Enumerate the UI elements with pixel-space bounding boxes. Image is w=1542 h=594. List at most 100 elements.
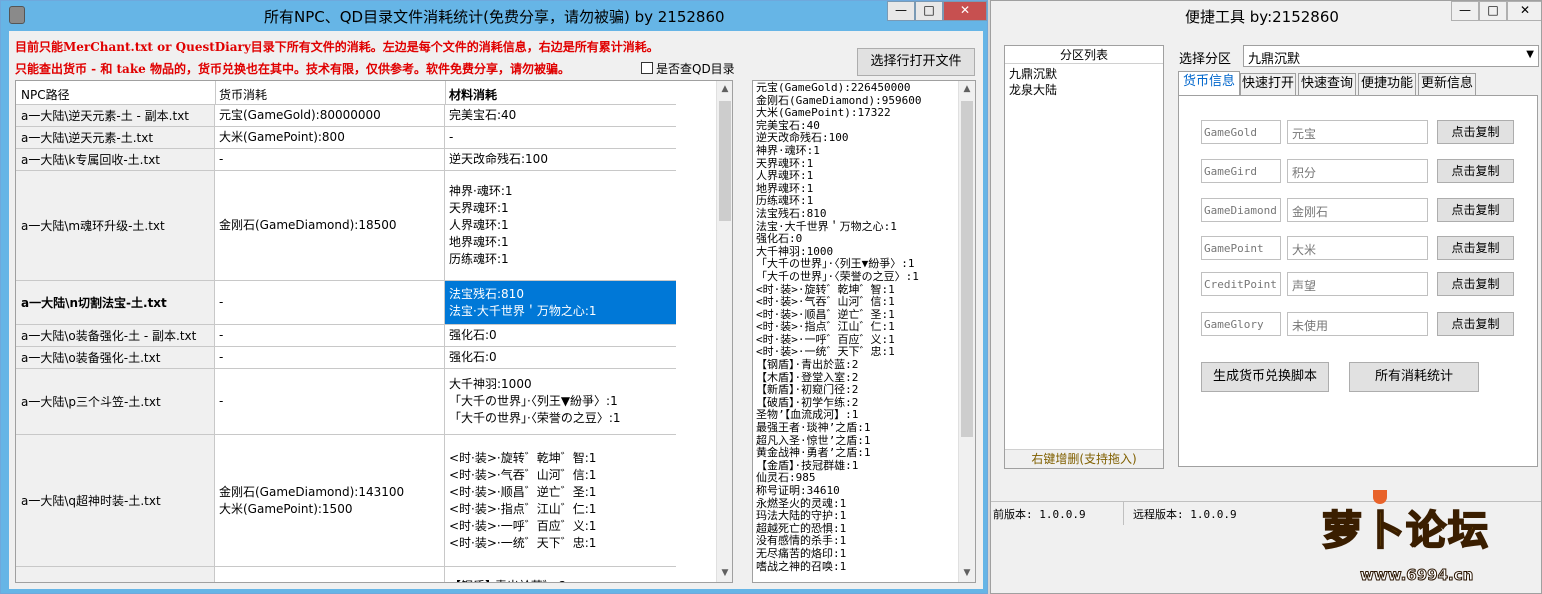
copy-button[interactable]: 点击复制: [1437, 272, 1514, 296]
currency-key-field[interactable]: GameGold: [1201, 120, 1281, 144]
header-currency[interactable]: 货币消耗: [219, 86, 267, 103]
copy-button[interactable]: 点击复制: [1437, 120, 1514, 144]
currency-cell[interactable]: 金刚石(GameDiamond):18500: [215, 171, 445, 280]
table-row[interactable]: a一大陆\逆天元素-土.txt 大米(GamePoint):800 -: [16, 127, 676, 149]
totals-textbox[interactable]: 元宝(GameGold):226450000 金刚石(GameDiamond):9…: [752, 80, 976, 583]
material-line: <时·装>·一呼゛百应゛义:1: [449, 518, 597, 533]
partition-select-value: 九鼎沉默: [1248, 52, 1301, 67]
partition-item[interactable]: 龙泉大陆: [1009, 82, 1057, 98]
scroll-up-icon[interactable]: ▲: [959, 81, 975, 98]
stats-window: 所有NPC、QD目录文件消耗统计(免费分享，请勿被骗) by 2152860 —…: [0, 0, 988, 594]
material-cell[interactable]: 强化石:0: [445, 347, 676, 368]
currency-key-field[interactable]: GameDiamond: [1201, 198, 1281, 222]
totals-scrollbar[interactable]: ▲ ▼: [958, 81, 975, 582]
npc-path-cell[interactable]: a一大陆\q超神时装-土.txt: [16, 435, 215, 566]
npc-path-cell[interactable]: a一大陆\逆天元素-土.txt: [16, 127, 215, 148]
totals-line: 大米(GamePoint):17322: [756, 106, 891, 120]
currency-key-field[interactable]: GameGlory: [1201, 312, 1281, 336]
table-row[interactable]: a一大陆\n切割法宝-土.txt - 法宝残石:810 法宝·大千世界＇万物之心:1: [16, 281, 676, 325]
close-button[interactable]: ✕: [943, 1, 987, 21]
currency-cell[interactable]: [215, 567, 445, 582]
totals-line: 嗜战之神的召唤:1: [756, 559, 847, 573]
npc-path-cell[interactable]: a一大陆\k专属回收-土.txt: [16, 149, 215, 170]
currency-cell[interactable]: 大米(GamePoint):800: [215, 127, 445, 148]
table-row[interactable]: a一大陆\q超神时装-土.txt 金刚石(GameDiamond):143100 大…: [16, 435, 676, 567]
header-npc-path[interactable]: NPC路径: [21, 86, 70, 103]
npc-path-cell[interactable]: a一大陆\p三个斗笠-土.txt: [16, 369, 215, 434]
currency-cell[interactable]: -: [215, 325, 445, 346]
open-selected-file-button[interactable]: 选择行打开文件: [857, 48, 975, 76]
stats-window-titlebar[interactable]: 所有NPC、QD目录文件消耗统计(免费分享，请勿被骗) by 2152860 —…: [1, 1, 987, 29]
table-row[interactable]: a一大陆\m魂环升级-土.txt 金刚石(GameDiamond):18500 神界…: [16, 171, 676, 281]
tab-quick-query[interactable]: 快速查询: [1298, 73, 1356, 95]
npc-path-cell[interactable]: [16, 567, 215, 582]
header-material[interactable]: 材料消耗: [449, 86, 497, 103]
totals-line: 无尽痛苦的烙印:1: [756, 546, 847, 560]
minimize-button[interactable]: —: [1451, 1, 1479, 21]
scroll-up-icon[interactable]: ▲: [717, 81, 732, 98]
partition-select[interactable]: 九鼎沉默 ▼: [1243, 45, 1539, 67]
material-cell[interactable]: 神界·魂环:1 天界魂环:1 人界魂环:1 地界魂环:1 历练魂环:1: [445, 171, 676, 280]
currency-key-field[interactable]: GamePoint: [1201, 236, 1281, 260]
material-cell[interactable]: 法宝残石:810 法宝·大千世界＇万物之心:1: [445, 281, 676, 324]
currency-value-field[interactable]: 未使用: [1287, 312, 1428, 336]
material-cell[interactable]: 强化石:0: [445, 325, 676, 346]
table-row[interactable]: a一大陆\o装备强化-土 - 副本.txt - 强化石:0: [16, 325, 676, 347]
minimize-button[interactable]: —: [887, 1, 915, 21]
copy-button[interactable]: 点击复制: [1437, 312, 1514, 336]
totals-line: 称号证明:34610: [756, 484, 840, 497]
npc-path-cell[interactable]: a一大陆\n切割法宝-土.txt: [16, 281, 215, 324]
generate-exchange-script-button[interactable]: 生成货币兑换脚本: [1201, 362, 1329, 392]
grid-scrollbar[interactable]: ▲ ▼: [716, 81, 732, 582]
currency-value-field[interactable]: 金刚石: [1287, 198, 1428, 222]
scroll-thumb[interactable]: [961, 101, 973, 437]
currency-cell[interactable]: -: [215, 347, 445, 368]
copy-button[interactable]: 点击复制: [1437, 236, 1514, 260]
currency-value-field[interactable]: 元宝: [1287, 120, 1428, 144]
npc-path-cell[interactable]: a一大陆\m魂环升级-土.txt: [16, 171, 215, 280]
maximize-button[interactable]: □: [915, 1, 943, 21]
qd-directory-checkbox[interactable]: [641, 62, 653, 74]
material-cell[interactable]: 【钢盾】·青出於蓝゛:2: [445, 567, 676, 582]
currency-cell[interactable]: 元宝(GameGold):80000000: [215, 105, 445, 126]
table-row[interactable]: a一大陆\p三个斗笠-土.txt - 大千神羽:1000 「大千の世界」·〈列王▼紛爭…: [16, 369, 676, 435]
tab-update-info[interactable]: 更新信息: [1418, 73, 1476, 95]
partition-list[interactable]: 分区列表 九鼎沉默 龙泉大陆 右键增删(支持拖入): [1004, 45, 1164, 469]
maximize-button[interactable]: □: [1479, 1, 1507, 21]
copy-button[interactable]: 点击复制: [1437, 159, 1514, 183]
close-button[interactable]: ✕: [1507, 1, 1541, 21]
scroll-down-icon[interactable]: ▼: [959, 565, 975, 582]
material-cell[interactable]: 逆天改命残石:100: [445, 149, 676, 170]
tools-window-titlebar[interactable]: 便捷工具 by:2152860 — □ ✕: [991, 1, 1541, 29]
tab-quick-open[interactable]: 快速打开: [1240, 73, 1296, 95]
npc-path-cell[interactable]: a一大陆\o装备强化-土.txt: [16, 347, 215, 368]
table-row[interactable]: a一大陆\k专属回收-土.txt - 逆天改命残石:100: [16, 149, 676, 171]
material-cell[interactable]: <时·装>·旋转゛乾坤゛智:1 <时·装>·气吞゛山河゛信:1 <时·装>·顺昌゛逆…: [445, 435, 676, 566]
tab-convenience[interactable]: 便捷功能: [1358, 73, 1416, 95]
npc-path-cell[interactable]: a一大陆\逆天元素-土 - 副本.txt: [16, 105, 215, 126]
table-row[interactable]: a一大陆\o装备强化-土.txt - 强化石:0: [16, 347, 676, 369]
npc-path-cell[interactable]: a一大陆\o装备强化-土 - 副本.txt: [16, 325, 215, 346]
currency-value-field[interactable]: 积分: [1287, 159, 1428, 183]
scroll-down-icon[interactable]: ▼: [717, 565, 732, 582]
currency-key-field[interactable]: GameGird: [1201, 159, 1281, 183]
tab-currency-info[interactable]: 货币信息: [1178, 71, 1240, 95]
consumption-grid[interactable]: NPC路径 货币消耗 材料消耗 a一大陆\逆天元素-土 - 副本.txt 元宝(G…: [15, 80, 733, 583]
currency-value-field[interactable]: 声望: [1287, 272, 1428, 296]
currency-cell[interactable]: 金刚石(GameDiamond):143100 大米(GamePoint):150…: [215, 435, 445, 566]
table-row[interactable]: 【钢盾】·青出於蓝゛:2: [16, 567, 676, 582]
material-cell[interactable]: 完美宝石:40: [445, 105, 676, 126]
table-row[interactable]: a一大陆\逆天元素-土 - 副本.txt 元宝(GameGold):8000000…: [16, 105, 676, 127]
currency-cell[interactable]: -: [215, 281, 445, 324]
currency-key-field[interactable]: CreditPoint: [1201, 272, 1281, 296]
currency-cell[interactable]: -: [215, 369, 445, 434]
currency-value-field[interactable]: 大米: [1287, 236, 1428, 260]
scroll-thumb[interactable]: [719, 101, 731, 221]
material-cell[interactable]: -: [445, 127, 676, 148]
copy-button[interactable]: 点击复制: [1437, 198, 1514, 222]
material-cell[interactable]: 大千神羽:1000 「大千の世界」·〈列王▼紛爭〉:1 「大千の世界」·〈荣誉の之豆…: [445, 369, 676, 434]
all-consumption-stats-button[interactable]: 所有消耗统计: [1349, 362, 1479, 392]
partition-item[interactable]: 九鼎沉默: [1009, 66, 1057, 82]
currency-cell[interactable]: -: [215, 149, 445, 170]
material-line: 神界·魂环:1: [449, 184, 513, 198]
